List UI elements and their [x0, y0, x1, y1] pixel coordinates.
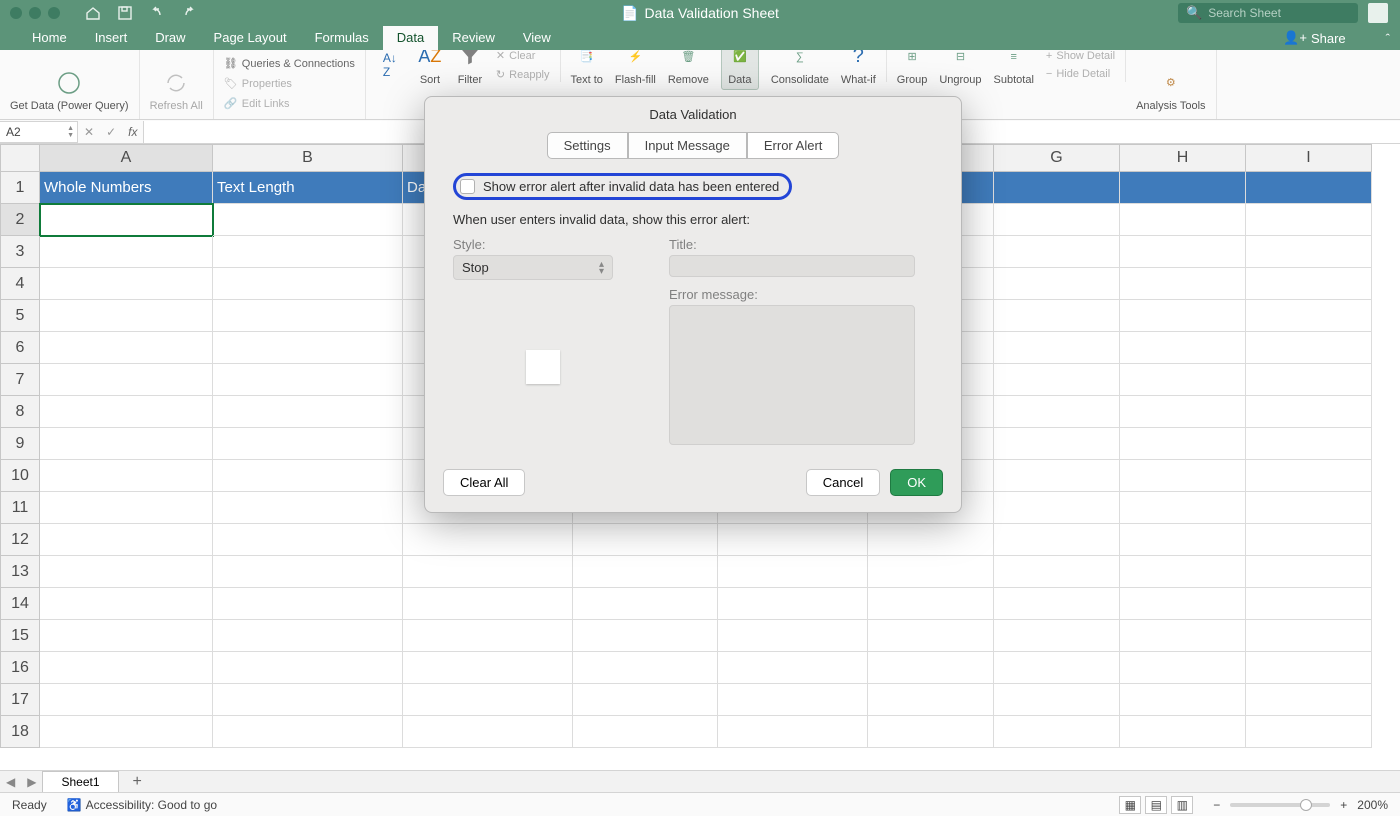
style-label: Style: — [453, 237, 633, 252]
title-label: Title: — [669, 237, 915, 252]
ok-button[interactable]: OK — [890, 469, 943, 496]
data-validation-dialog: Data Validation Settings Input Message E… — [424, 96, 962, 513]
cancel-button[interactable]: Cancel — [806, 469, 880, 496]
style-value: Stop — [462, 260, 489, 275]
dialog-title: Data Validation — [425, 97, 961, 132]
dialog-tab-error-alert[interactable]: Error Alert — [747, 132, 840, 159]
show-alert-checkbox-highlight: Show error alert after invalid data has … — [453, 173, 792, 200]
style-dropdown[interactable]: Stop ▴▾ — [453, 255, 613, 280]
error-message-textarea[interactable] — [669, 305, 915, 445]
dialog-tabs: Settings Input Message Error Alert — [425, 132, 961, 159]
chevron-updown-icon: ▴▾ — [599, 261, 604, 275]
dialog-tab-input-message[interactable]: Input Message — [628, 132, 747, 159]
alert-icon-preview — [526, 350, 560, 384]
error-message-label: Error message: — [669, 287, 915, 302]
dialog-subtitle: When user enters invalid data, show this… — [453, 212, 933, 227]
dialog-tab-settings[interactable]: Settings — [547, 132, 628, 159]
show-alert-checkbox-label: Show error alert after invalid data has … — [483, 179, 779, 194]
title-input[interactable] — [669, 255, 915, 277]
modal-overlay: Data Validation Settings Input Message E… — [0, 0, 1400, 816]
clear-all-button[interactable]: Clear All — [443, 469, 525, 496]
show-alert-checkbox[interactable] — [460, 179, 475, 194]
